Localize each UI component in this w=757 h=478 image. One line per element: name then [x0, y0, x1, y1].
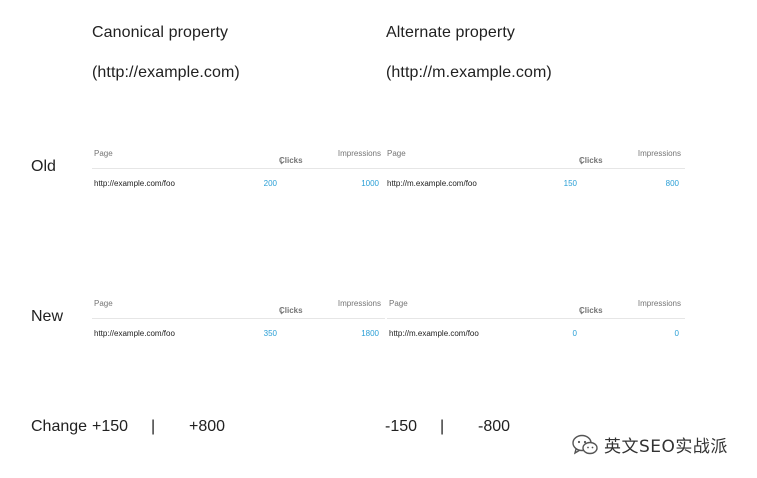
- watermark-text: 英文SEO实战派: [604, 437, 728, 457]
- column-page[interactable]: Page: [387, 149, 406, 158]
- table-header: Page ↓ Clicks Impressions: [92, 292, 385, 319]
- cell-impressions: 800: [665, 179, 679, 188]
- table-old-canonical: Page ↓ Clicks Impressions http://example.…: [92, 142, 385, 199]
- cell-clicks: 200: [263, 179, 277, 188]
- column-clicks-label: Clicks: [279, 156, 303, 165]
- table-row[interactable]: http://example.com/foo 350 1800: [92, 319, 385, 349]
- table-header: Page ↓ Clicks Impressions: [385, 142, 685, 169]
- column-impressions[interactable]: Impressions: [638, 299, 681, 308]
- column-clicks-label: Clicks: [279, 306, 303, 315]
- change-canonical-impressions: +800: [189, 418, 226, 435]
- change-label: Change: [31, 418, 88, 435]
- column-page[interactable]: Page: [94, 299, 113, 308]
- change-alternate-impressions: -800: [478, 418, 511, 435]
- column-page[interactable]: Page: [389, 299, 408, 308]
- column-page[interactable]: Page: [94, 149, 113, 158]
- cell-clicks: 350: [263, 329, 277, 338]
- column-impressions[interactable]: Impressions: [338, 299, 381, 308]
- column-clicks-label: Clicks: [579, 306, 603, 315]
- cell-impressions: 0: [674, 329, 679, 338]
- table-row[interactable]: http://example.com/foo 200 1000: [92, 169, 385, 199]
- column-impressions[interactable]: Impressions: [338, 149, 381, 158]
- table-header: Page ↓ Clicks Impressions: [387, 292, 685, 319]
- wechat-icon: [572, 434, 598, 456]
- table-old-alternate: Page ↓ Clicks Impressions http://m.exampl…: [385, 142, 685, 199]
- alternate-property-url: (http://m.example.com): [386, 64, 552, 81]
- watermark: 英文SEO实战派: [572, 432, 728, 457]
- cell-page[interactable]: http://m.example.com/foo: [389, 329, 479, 338]
- cell-page[interactable]: http://example.com/foo: [94, 179, 175, 188]
- change-alternate-clicks: -150: [385, 418, 418, 435]
- alternate-property-title: Alternate property: [386, 24, 515, 41]
- table-new-alternate: Page ↓ Clicks Impressions http://m.exampl…: [387, 292, 685, 349]
- cell-clicks: 0: [572, 329, 577, 338]
- change-separator: |: [151, 418, 156, 435]
- cell-impressions: 1000: [361, 179, 379, 188]
- change-separator: |: [440, 418, 445, 435]
- canonical-property-title: Canonical property: [92, 24, 229, 41]
- cell-clicks: 150: [563, 179, 577, 188]
- cell-impressions: 1800: [361, 329, 379, 338]
- column-clicks-label: Clicks: [579, 156, 603, 165]
- table-header: Page ↓ Clicks Impressions: [92, 142, 385, 169]
- table-row[interactable]: http://m.example.com/foo 0 0: [387, 319, 685, 349]
- row-label-old: Old: [31, 158, 56, 175]
- cell-page[interactable]: http://example.com/foo: [94, 329, 175, 338]
- canonical-property-url: (http://example.com): [92, 64, 240, 81]
- row-label-new: New: [31, 308, 64, 325]
- change-canonical-clicks: +150: [92, 418, 129, 435]
- column-impressions[interactable]: Impressions: [638, 149, 681, 158]
- table-new-canonical: Page ↓ Clicks Impressions http://example.…: [92, 292, 385, 349]
- cell-page[interactable]: http://m.example.com/foo: [387, 179, 477, 188]
- table-row[interactable]: http://m.example.com/foo 150 800: [385, 169, 685, 199]
